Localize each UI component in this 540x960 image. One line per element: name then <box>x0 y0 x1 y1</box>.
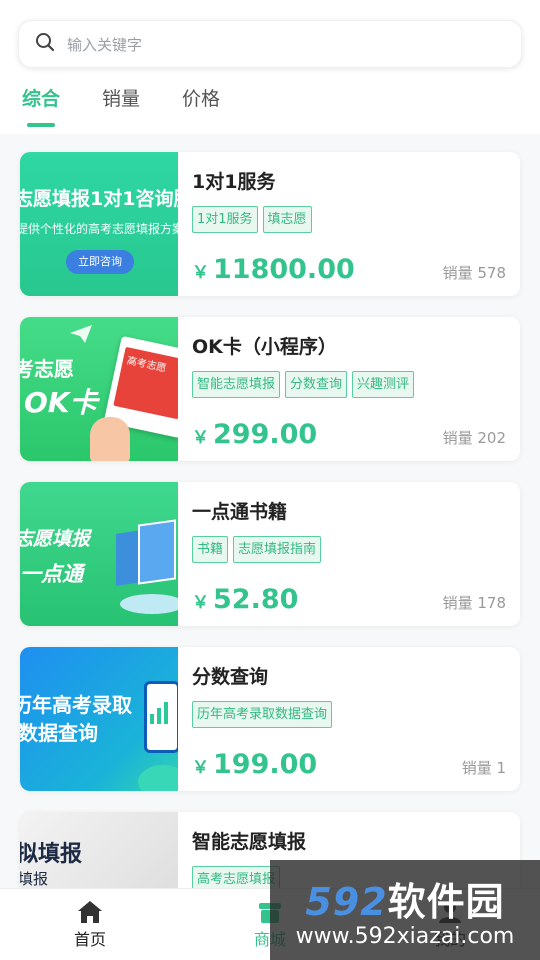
tag: 填志愿 <box>262 206 312 233</box>
consult-button-graphic: 立即咨询 <box>66 250 134 274</box>
search-bar[interactable]: 输入关键字 <box>18 20 522 68</box>
sales-count: 销量 202 <box>442 429 506 447</box>
product-image: 志愿填报 一点通 <box>20 482 178 626</box>
product-title: 智能志愿填报 <box>192 831 307 853</box>
book-icon <box>138 519 176 585</box>
thumb-subline: 提供个性化的高考志愿填报方案 <box>20 222 178 236</box>
product-card[interactable]: 志愿填报1对1咨询服务 提供个性化的高考志愿填报方案 立即咨询 1对1服务 1对… <box>20 152 520 296</box>
product-card[interactable]: 志愿填报 一点通 一点通书籍 书籍 志愿填报指南 ￥ 52.80 销量 178 <box>20 482 520 626</box>
header: 输入关键字 综合 销量 价格 <box>0 0 540 134</box>
tab-price[interactable]: 价格 <box>182 84 220 127</box>
thumb-subline: 一点通 <box>20 562 83 586</box>
thumb-subline: OK卡 <box>24 386 98 419</box>
nav-home[interactable]: 首页 <box>0 889 180 960</box>
thumb-headline: 考志愿 <box>20 357 74 381</box>
product-title: 一点通书籍 <box>192 501 288 523</box>
mall-page: 输入关键字 综合 销量 价格 志愿填报1对1咨询服务 提供个性化的高考志愿填报方… <box>0 0 540 960</box>
product-title: 1对1服务 <box>192 171 276 193</box>
product-list: 志愿填报1对1咨询服务 提供个性化的高考志愿填报方案 立即咨询 1对1服务 1对… <box>0 134 540 956</box>
price: ￥ 52.80 <box>192 584 299 615</box>
tag-list: 历年高考录取数据查询 <box>192 701 506 728</box>
sales-count: 销量 578 <box>442 264 506 282</box>
thumb-headline: 志愿填报1对1咨询服务 <box>20 188 178 210</box>
home-icon <box>78 900 102 923</box>
thumb-headline: 拟填报 <box>20 842 83 867</box>
thumb-subline: 填报 <box>20 870 49 888</box>
tag: 兴趣测评 <box>352 371 415 398</box>
tag: 智能志愿填报 <box>192 371 281 398</box>
sales-count: 销量 1 <box>461 759 506 777</box>
tag-list: 智能志愿填报 分数查询 兴趣测评 <box>192 371 506 398</box>
thumb-headline: 历年高考录取 <box>20 693 132 717</box>
decor-circle <box>138 765 178 791</box>
tag: 书籍 <box>192 536 229 563</box>
product-title: OK卡（小程序） <box>192 336 337 358</box>
stand-graphic <box>120 594 178 614</box>
tag: 志愿填报指南 <box>233 536 322 563</box>
site-watermark: 592软件园 www.592xiazai.com <box>270 860 540 960</box>
tag-list: 书籍 志愿填报指南 <box>192 536 506 563</box>
search-input[interactable]: 输入关键字 <box>67 34 142 55</box>
tab-sales[interactable]: 销量 <box>102 84 140 127</box>
thumb-headline: 志愿填报 <box>20 528 91 550</box>
watermark-brand-text: 软件园 <box>387 880 505 924</box>
tag-list: 1对1服务 填志愿 <box>192 206 506 233</box>
price: ￥ 11800.00 <box>192 254 355 285</box>
sales-count: 销量 178 <box>442 594 506 612</box>
product-image: 历年高考录取 数据查询 <box>20 647 178 791</box>
watermark-brand-number: 592 <box>305 880 388 924</box>
product-card[interactable]: 历年高考录取 数据查询 分数查询 历年高考录取数据查询 ￥ 199.00 销量 1 <box>20 647 520 791</box>
product-card[interactable]: 考志愿 OK卡 高考志愿 OK卡（小程序） 智能志愿填报 分数查询 兴趣测评 ￥… <box>20 317 520 461</box>
tab-comprehensive[interactable]: 综合 <box>22 84 60 127</box>
tag: 1对1服务 <box>192 206 258 233</box>
hand-graphic <box>90 417 130 461</box>
product-title: 分数查询 <box>192 666 269 688</box>
bar-chart-icon <box>150 702 168 724</box>
tag: 分数查询 <box>285 371 348 398</box>
tag: 历年高考录取数据查询 <box>192 701 333 728</box>
nav-home-label: 首页 <box>73 929 106 949</box>
sort-tabs: 综合 销量 价格 <box>18 68 522 127</box>
search-icon <box>35 32 55 56</box>
price: ￥ 299.00 <box>192 419 318 450</box>
price: ￥ 199.00 <box>192 749 318 780</box>
paper-plane-icon <box>70 325 92 343</box>
product-image: 志愿填报1对1咨询服务 提供个性化的高考志愿填报方案 立即咨询 <box>20 152 178 296</box>
phone-graphic <box>144 681 178 753</box>
product-image: 考志愿 OK卡 高考志愿 <box>20 317 178 461</box>
watermark-url: www.592xiazai.com <box>295 924 515 949</box>
thumb-subline: 数据查询 <box>20 721 98 745</box>
